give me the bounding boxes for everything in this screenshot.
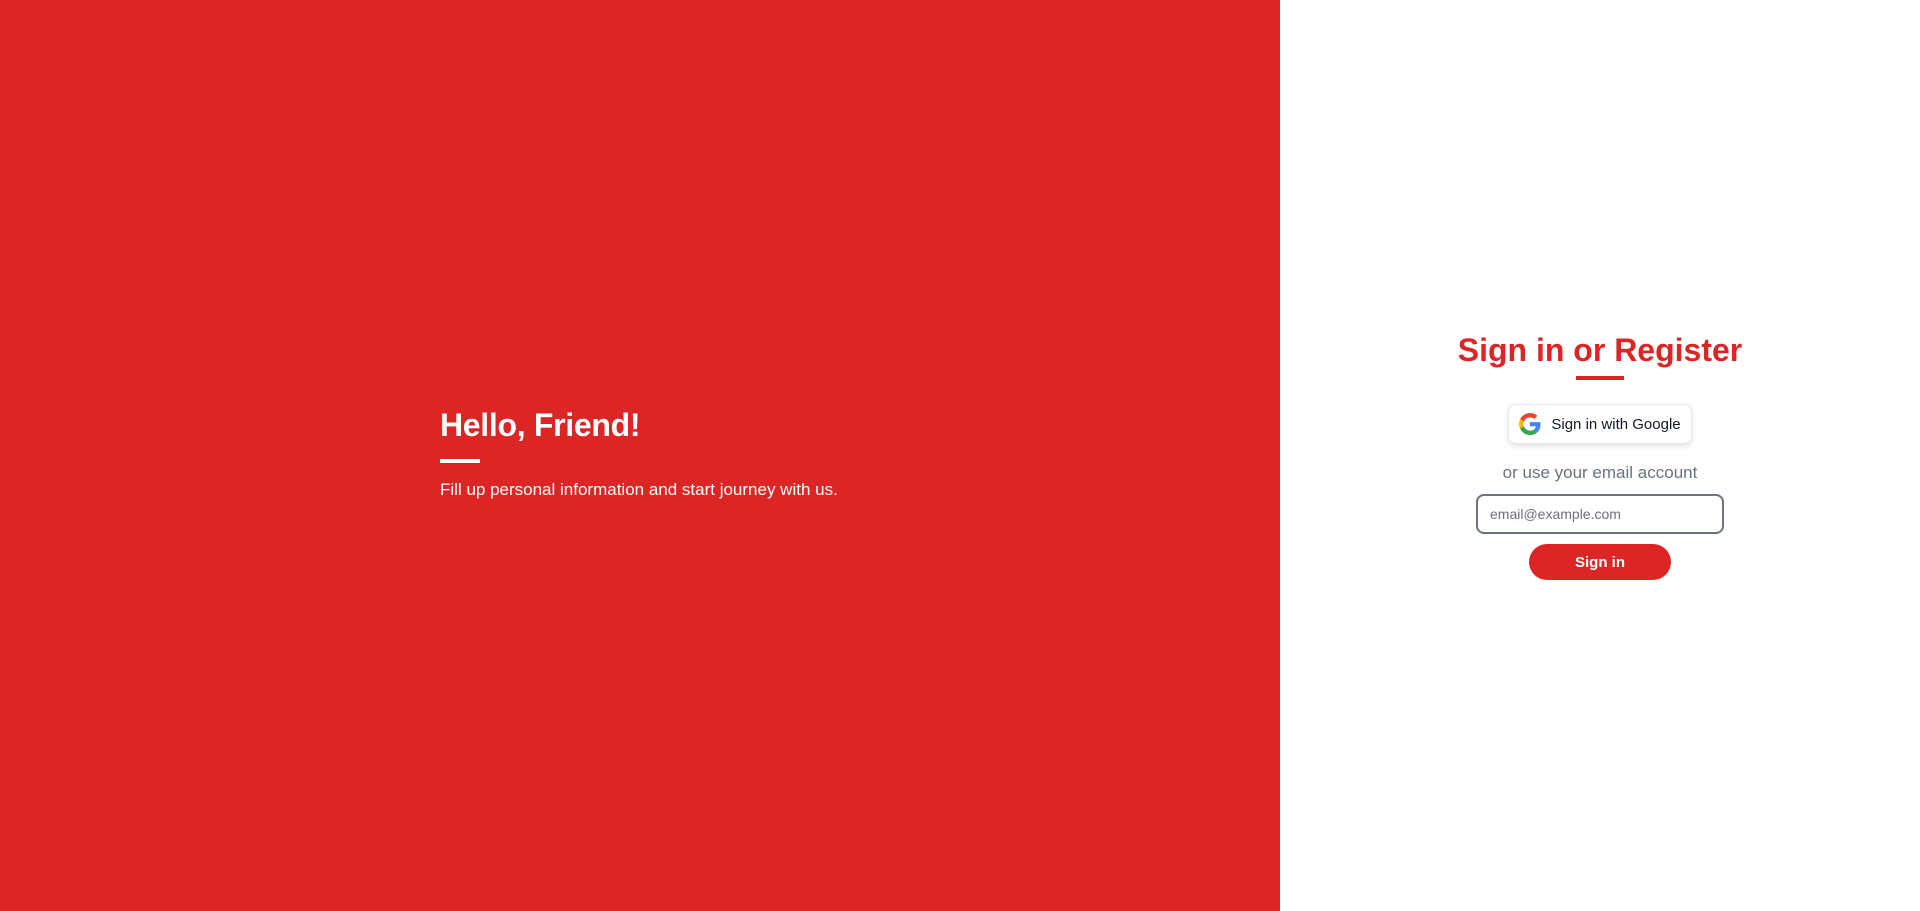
welcome-content: Hello, Friend! Fill up personal informat… — [440, 406, 838, 501]
auth-form: Sign in or Register Sign in with Google … — [1280, 328, 1920, 580]
auth-title-divider — [1576, 376, 1624, 380]
welcome-subtitle: Fill up personal information and start j… — [440, 480, 838, 499]
email-divider-text: or use your email account — [1502, 463, 1698, 482]
auth-panel: Sign in or Register Sign in with Google … — [1280, 0, 1920, 911]
welcome-title: Hello, Friend! — [440, 407, 641, 443]
signin-button[interactable]: Sign in — [1529, 544, 1671, 580]
welcome-panel: Hello, Friend! Fill up personal informat… — [0, 0, 1280, 911]
google-signin-button[interactable]: Sign in with Google — [1508, 404, 1692, 444]
welcome-divider — [440, 459, 480, 463]
google-signin-label: Sign in with Google — [1551, 415, 1681, 433]
auth-title: Sign in or Register — [1457, 332, 1743, 368]
google-icon — [1519, 413, 1541, 435]
page: Hello, Friend! Fill up personal informat… — [0, 0, 1920, 911]
email-input[interactable] — [1476, 494, 1724, 534]
